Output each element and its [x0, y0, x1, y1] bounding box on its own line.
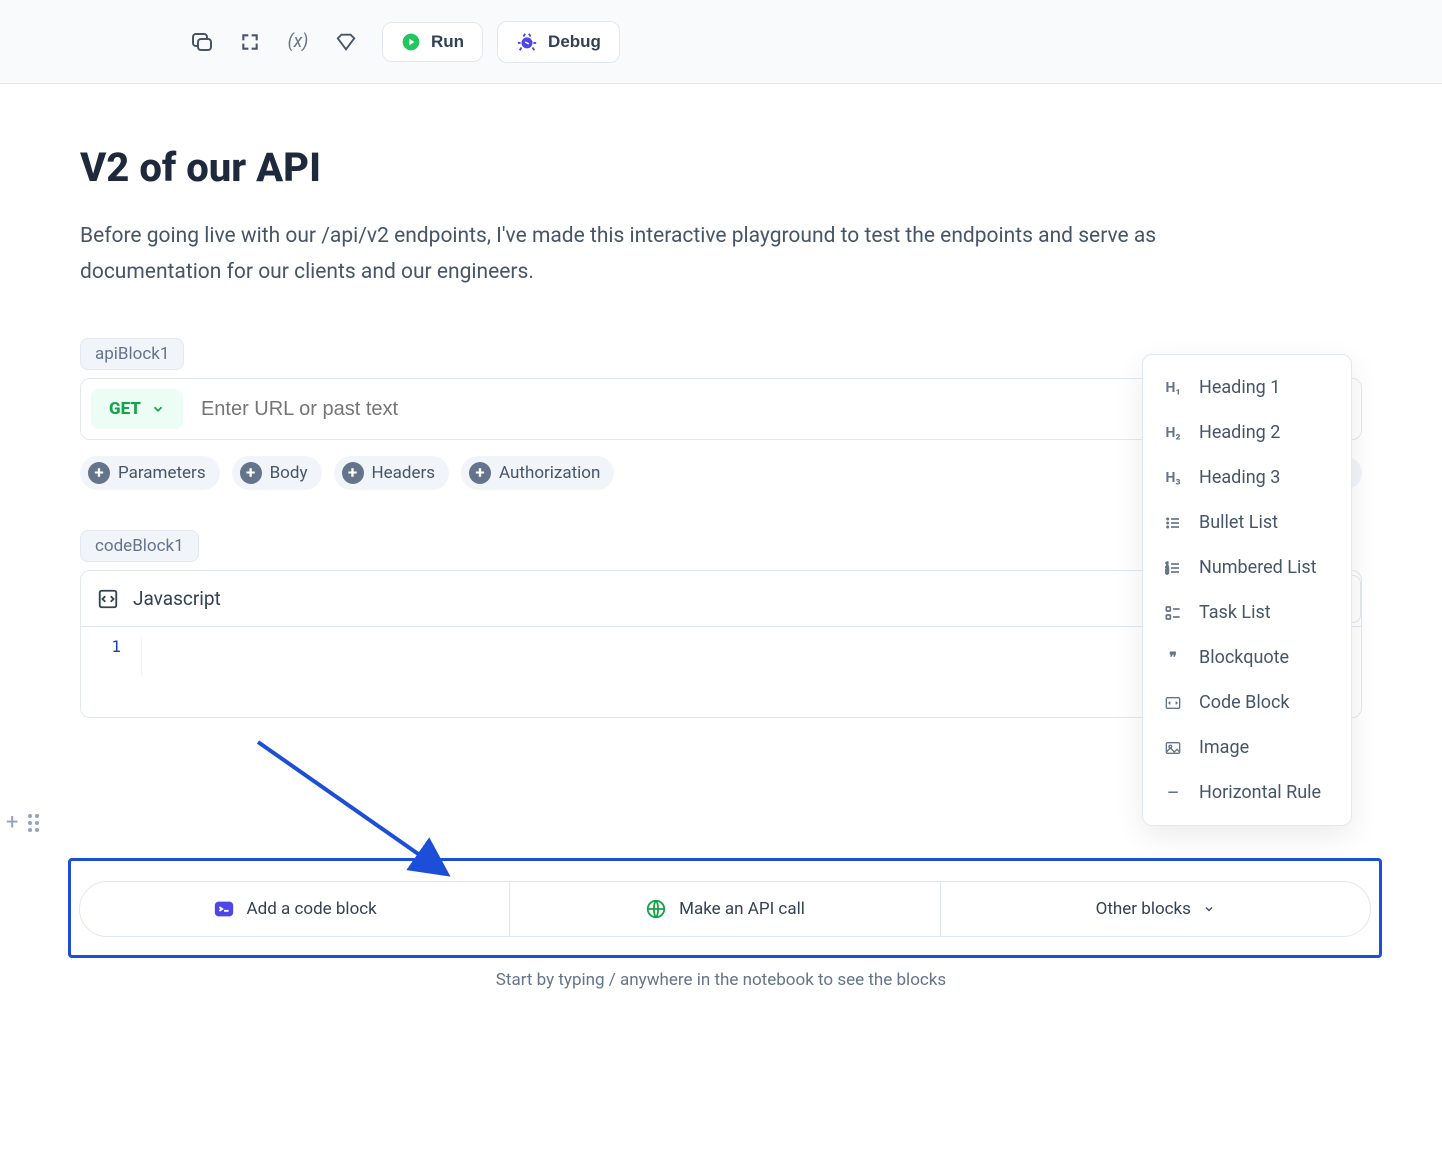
top-toolbar: (x) Run Debug [0, 0, 1442, 84]
terminal-icon [213, 898, 235, 920]
plus-icon: + [88, 462, 110, 484]
menu-heading3[interactable]: H₃Heading 3 [1143, 455, 1351, 500]
block-type-menu: H₁Heading 1 H₂Heading 2 H₃Heading 3 Bull… [1142, 354, 1352, 826]
chat-icon[interactable] [190, 30, 214, 54]
run-label: Run [431, 32, 464, 52]
menu-task-list[interactable]: Task List [1143, 590, 1351, 635]
parameters-pill[interactable]: +Parameters [80, 456, 220, 490]
task-list-icon [1163, 605, 1183, 621]
menu-numbered-list[interactable]: 123Numbered List [1143, 545, 1351, 590]
code-icon [97, 588, 119, 610]
line-number: 1 [81, 637, 141, 677]
api-block-tag: apiBlock1 [80, 338, 184, 370]
run-button[interactable]: Run [382, 22, 483, 62]
variable-icon[interactable]: (x) [286, 30, 310, 54]
image-icon [1163, 740, 1183, 756]
tag-icon[interactable] [334, 30, 358, 54]
menu-horizontal-rule[interactable]: —Horizontal Rule [1143, 770, 1351, 815]
debug-button[interactable]: Debug [497, 21, 620, 63]
add-block-panel: Add a code block Make an API call Other … [68, 858, 1382, 958]
page-title: V2 of our API [80, 144, 1362, 191]
numbered-list-icon: 123 [1163, 560, 1183, 576]
menu-code-block[interactable]: Code Block [1143, 680, 1351, 725]
page-description: Before going live with our /api/v2 endpo… [80, 219, 1180, 290]
http-method-label: GET [109, 399, 141, 419]
debug-label: Debug [548, 32, 601, 52]
add-code-block-button[interactable]: Add a code block [80, 882, 510, 936]
chevron-down-icon [1203, 903, 1215, 915]
authorization-pill[interactable]: +Authorization [461, 456, 614, 490]
make-api-call-button[interactable]: Make an API call [510, 882, 940, 936]
code-block-icon [1163, 695, 1183, 711]
grip-icon [28, 814, 39, 832]
menu-image[interactable]: Image [1143, 725, 1351, 770]
menu-heading1[interactable]: H₁Heading 1 [1143, 365, 1351, 410]
blockquote-icon: ❞ [1163, 650, 1183, 666]
hint-text: Start by typing / anywhere in the notebo… [0, 970, 1442, 990]
menu-blockquote[interactable]: ❞Blockquote [1143, 635, 1351, 680]
chevron-down-icon [151, 402, 165, 416]
menu-heading2[interactable]: H₂Heading 2 [1143, 410, 1351, 455]
svg-text:3: 3 [1166, 570, 1169, 576]
headers-pill[interactable]: +Headers [334, 456, 450, 490]
globe-icon [645, 898, 667, 920]
h1-icon: H₁ [1163, 380, 1183, 396]
plus-icon: + [342, 462, 364, 484]
bug-icon [516, 31, 538, 53]
other-blocks-button[interactable]: Other blocks [941, 882, 1370, 936]
menu-bullet-list[interactable]: Bullet List [1143, 500, 1351, 545]
action-row: Add a code block Make an API call Other … [79, 881, 1371, 937]
code-block-tag: codeBlock1 [80, 530, 199, 562]
body-pill[interactable]: +Body [232, 456, 322, 490]
bullet-list-icon [1163, 515, 1183, 531]
http-method-selector[interactable]: GET [91, 389, 183, 429]
play-icon [401, 32, 421, 52]
plus-icon: + [6, 810, 18, 835]
horizontal-rule-icon: — [1163, 785, 1183, 801]
expand-icon[interactable] [238, 30, 262, 54]
h3-icon: H₃ [1163, 470, 1183, 486]
plus-icon: + [240, 462, 262, 484]
plus-icon: + [469, 462, 491, 484]
h2-icon: H₂ [1163, 425, 1183, 441]
language-label[interactable]: Javascript [133, 587, 221, 610]
